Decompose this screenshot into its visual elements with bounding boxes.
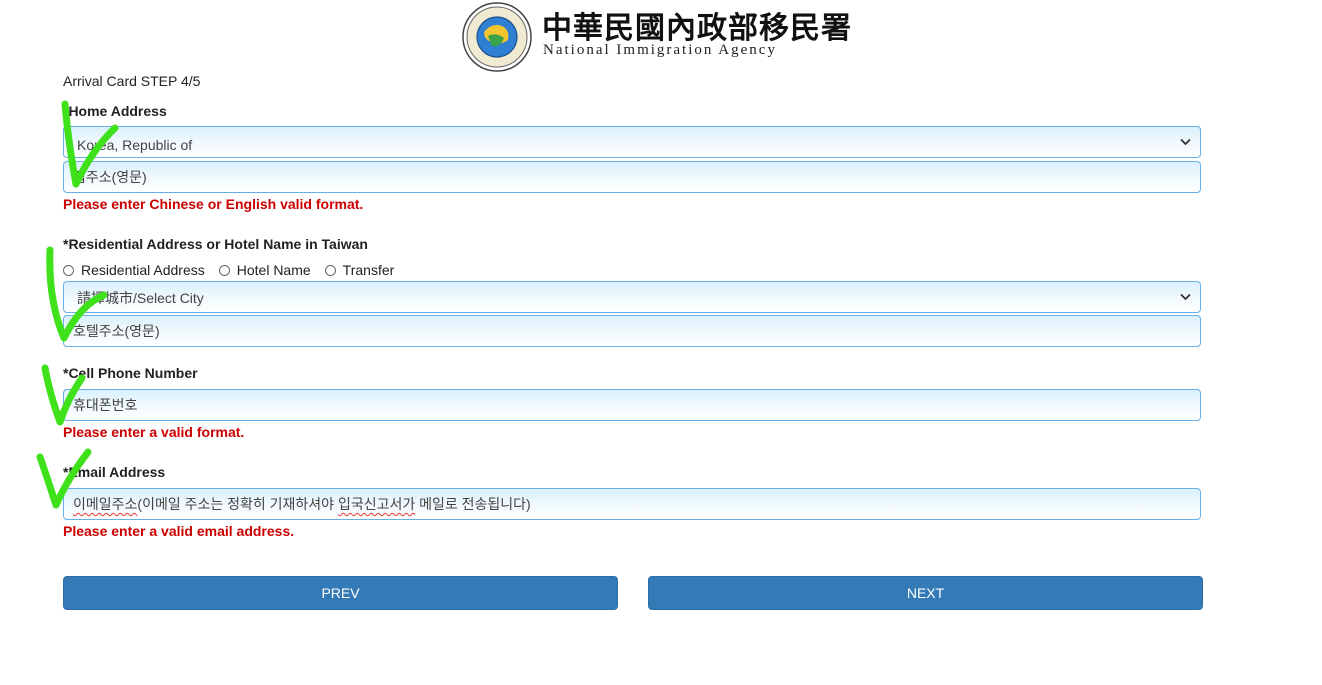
agency-name-chinese: 中華民國內政部移民署 xyxy=(542,11,852,46)
email-placeholder-part-3: 입국신고서가 xyxy=(337,496,416,512)
city-select[interactable]: 請擇城市/Select City xyxy=(63,281,1201,313)
cell-phone-error: Please enter a valid format. xyxy=(63,424,245,440)
hotel-address-input[interactable]: 호텔주소(영문) xyxy=(63,315,1201,347)
agency-name-english: National Immigration Agency xyxy=(543,42,777,58)
email-input[interactable]: 이메일주소(이메일 주소는 정확히 기재하셔야 입국신고서가 메일로 전송됩니다… xyxy=(63,488,1201,520)
home-address-placeholder: 집주소(영문) xyxy=(73,169,147,185)
city-select-value: 請擇城市/Select City xyxy=(77,290,204,306)
email-placeholder-part-4: 메일로 전송됩니다) xyxy=(415,496,531,512)
home-address-error: Please enter Chinese or English valid fo… xyxy=(63,196,364,212)
address-type-radio-group: Residential Address Hotel Name Transfer xyxy=(63,262,408,278)
email-placeholder-part-1: 이메일주소 xyxy=(73,496,138,512)
next-button[interactable]: NEXT xyxy=(648,576,1203,610)
chevron-down-icon xyxy=(1180,138,1191,146)
radio-residential-address[interactable]: Residential Address xyxy=(63,262,205,278)
step-indicator: Arrival Card STEP 4/5 xyxy=(63,73,201,89)
home-country-value: Korea, Republic of xyxy=(77,137,193,153)
radio-button[interactable] xyxy=(218,264,230,276)
site-header: 中華民國內政部移民署 National Immigration Agency xyxy=(462,0,851,72)
radio-transfer[interactable]: Transfer xyxy=(324,262,395,278)
radio-hotel-label: Hotel Name xyxy=(236,262,311,278)
prev-button[interactable]: PREV xyxy=(63,576,618,610)
radio-hotel-name[interactable]: Hotel Name xyxy=(218,262,311,278)
email-error: Please enter a valid email address. xyxy=(63,523,295,539)
email-placeholder-part-2: (이메일 주소는 정확히 기재하셔야 xyxy=(137,496,338,512)
home-address-input[interactable]: 집주소(영문) xyxy=(63,161,1201,193)
chevron-down-icon xyxy=(1180,293,1191,301)
cell-phone-input[interactable]: 휴대폰번호 xyxy=(63,389,1201,421)
email-label: *Email Address xyxy=(63,464,166,480)
radio-button[interactable] xyxy=(63,264,74,276)
home-country-select[interactable]: Korea, Republic of xyxy=(63,126,1201,158)
agency-logo-icon xyxy=(462,2,532,72)
radio-button[interactable] xyxy=(324,264,336,276)
cell-phone-placeholder: 휴대폰번호 xyxy=(73,397,138,413)
email-placeholder: 이메일주소(이메일 주소는 정확히 기재하셔야 입국신고서가 메일로 전송됩니다… xyxy=(73,494,531,514)
radio-transfer-label: Transfer xyxy=(342,262,395,278)
home-address-label: *Home Address xyxy=(63,103,167,119)
cell-phone-label: *Cell Phone Number xyxy=(63,365,198,381)
radio-residential-label: Residential Address xyxy=(81,262,205,278)
hotel-address-placeholder: 호텔주소(영문) xyxy=(73,323,160,339)
taiwan-address-label: *Residential Address or Hotel Name in Ta… xyxy=(63,236,368,252)
